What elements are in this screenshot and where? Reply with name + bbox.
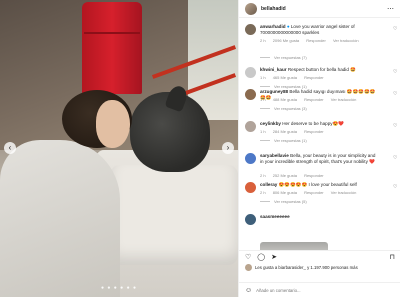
heart-icon[interactable]: ♡ <box>393 155 397 161</box>
post-actions-bar: ♡ ◯ ➤ ⊓ <box>239 250 400 262</box>
comment-time: 1 h <box>260 75 266 80</box>
photo-person <box>0 140 120 297</box>
photo-cushion <box>110 165 238 265</box>
commenter-avatar[interactable] <box>245 153 256 164</box>
view-replies-button[interactable]: Ver respuestas (7) <box>260 55 307 60</box>
liker-avatar <box>245 264 252 271</box>
post-photo[interactable]: ‹ › ● ● ● ● ● ● <box>0 0 238 297</box>
comment-username[interactable]: anwarhadid <box>260 24 286 29</box>
view-replies-button[interactable]: Ver respuestas (5) <box>260 199 307 204</box>
comment-text: anwarhadid ● Love you warrior angel sist… <box>260 24 380 36</box>
previous-image-button[interactable]: ‹ <box>4 142 16 154</box>
comment-translate-button[interactable]: Ver traducción <box>331 190 357 195</box>
photo-person-face <box>96 100 130 148</box>
comment-translate-button[interactable]: Ver traducción <box>333 38 359 43</box>
comment-meta: 2 h 252 Me gusta Responder <box>260 173 330 178</box>
view-replies-button[interactable]: Ver respuestas (1) <box>260 138 307 143</box>
comment-reply-button[interactable]: Responder <box>304 75 324 80</box>
comment-meta: 2 h 806 Me gusta Responder Ver traducció… <box>260 190 362 195</box>
comment-time: 1 h <box>260 97 266 102</box>
comments-list: anwarhadid ● Love you warrior angel sist… <box>239 20 400 250</box>
comment-likes[interactable]: 488 Me gusta <box>273 97 297 102</box>
heart-icon[interactable]: ♡ <box>393 123 397 129</box>
comment-likes[interactable]: 252 Me gusta <box>273 173 297 178</box>
commenter-avatar[interactable] <box>245 67 256 78</box>
comment-meta: 1 h 465 Me gusta Responder <box>260 75 330 80</box>
comment-reply-button[interactable]: Responder <box>304 190 324 195</box>
photo-fridge <box>82 2 142 94</box>
comment-likes[interactable]: 806 Me gusta <box>273 190 297 195</box>
comment-text: khwini_kaur Respect button for bella had… <box>260 67 380 73</box>
heart-icon[interactable]: ♡ <box>393 184 397 190</box>
comment-translate-button[interactable]: Ver traducción <box>331 97 357 102</box>
comment-likes[interactable]: 2096 Me gusta <box>273 38 299 43</box>
comment-reply-button[interactable]: Responder <box>304 173 324 178</box>
commenter-avatar[interactable] <box>245 182 256 193</box>
commenter-avatar[interactable] <box>245 89 256 100</box>
verified-badge-icon: ● <box>286 24 290 29</box>
comment-icon[interactable]: ◯ <box>257 253 265 261</box>
bookmark-icon[interactable]: ⊓ <box>390 253 395 261</box>
comment-meta: 2 h 2096 Me gusta Responder Ver traducci… <box>260 38 365 43</box>
comment-username[interactable]: saryabellavie <box>260 153 289 158</box>
comment-body: 😍😍😍😍😍 I love your beautiful self <box>278 182 357 187</box>
comment-time: 1 h <box>260 129 266 134</box>
next-image-button[interactable]: › <box>222 142 234 154</box>
comment-username[interactable]: saasmeeeeee <box>260 214 290 219</box>
share-icon[interactable]: ➤ <box>271 253 277 261</box>
comment-username[interactable]: ceylinkby <box>260 121 281 126</box>
post-header: bellahadid ⋯ <box>239 0 400 18</box>
author-avatar[interactable] <box>245 2 257 15</box>
comment-time: 2 h <box>260 38 266 43</box>
comment-text: ceylinkby Her deserve to be happy😍❤️ <box>260 121 380 127</box>
comment-likes[interactable]: 465 Me gusta <box>273 75 297 80</box>
commenter-avatar[interactable] <box>245 24 256 35</box>
add-comment-input[interactable] <box>256 287 377 293</box>
comment-time: 2 h <box>260 173 266 178</box>
author-username[interactable]: bellahadid <box>261 6 286 12</box>
likes-summary[interactable]: Les gusta a biarbarasider_ y 1.197.900 p… <box>245 264 399 271</box>
emoji-icon[interactable]: ☺ <box>245 287 252 294</box>
comment-username[interactable]: khwini_kaur <box>260 67 287 72</box>
comment-time: 2 h <box>260 190 266 195</box>
heart-icon[interactable]: ♡ <box>393 26 397 32</box>
comment-reply-button[interactable]: Responder <box>306 38 326 43</box>
view-replies-button[interactable]: Ver respuestas (3) <box>260 106 307 111</box>
comment-image-thumbnail[interactable] <box>260 242 328 250</box>
comment-username[interactable]: colleray <box>260 182 277 187</box>
comment-body: Respect button for bella hadid 🤩 <box>287 67 356 72</box>
comment-meta: 1 h 488 Me gusta Responder Ver traducció… <box>260 97 362 102</box>
comment-likes[interactable]: 284 Me gusta <box>273 129 297 134</box>
post-side-panel: bellahadid ⋯ anwarhadid ● Love you warri… <box>238 0 400 297</box>
comment-reply-button[interactable]: Responder <box>304 129 324 134</box>
comment-text: colleray 😍😍😍😍😍 I love your beautiful sel… <box>260 182 380 188</box>
add-comment-bar: ☺ <box>239 282 400 297</box>
comment-username[interactable]: arzuguney88 <box>260 89 288 94</box>
heart-icon[interactable]: ♡ <box>393 69 397 75</box>
commenter-avatar[interactable] <box>245 121 256 132</box>
photo-fridge-door <box>84 32 140 34</box>
heart-icon[interactable]: ♡ <box>245 253 251 261</box>
comment-text: saryabellavie Bella, your beauty is in y… <box>260 153 380 165</box>
more-options-icon[interactable]: ⋯ <box>387 5 394 13</box>
comment-reply-button[interactable]: Responder <box>304 97 324 102</box>
likes-text: Les gusta a biarbarasider_ y 1.197.900 p… <box>255 265 358 270</box>
carousel-dots: ● ● ● ● ● ● <box>100 285 138 291</box>
comment-meta: 1 h 284 Me gusta Responder <box>260 129 330 134</box>
comment-text: saasmeeeeee <box>260 214 380 220</box>
heart-icon[interactable]: ♡ <box>393 91 397 97</box>
comment-body: Her deserve to be happy😍❤️ <box>282 121 344 126</box>
commenter-avatar[interactable] <box>245 214 256 225</box>
